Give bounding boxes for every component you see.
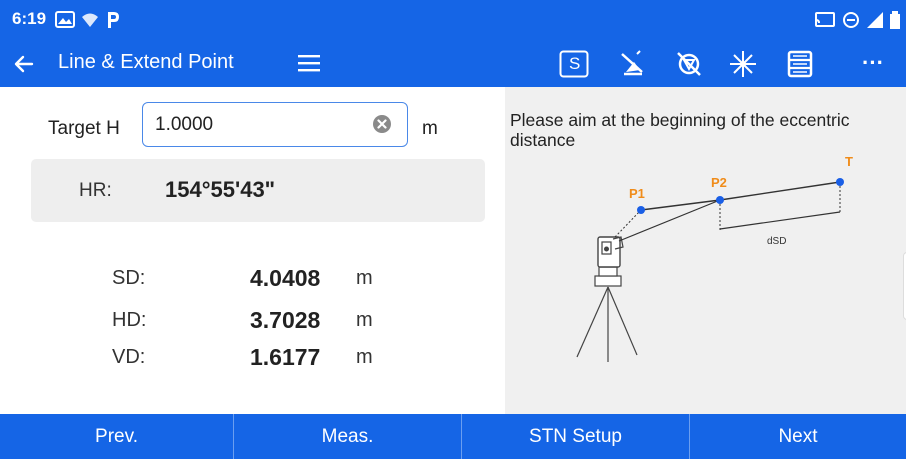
status-bar: 6:19 bbox=[0, 0, 906, 40]
page-title: Line & Extend Point bbox=[58, 51, 234, 73]
eccentric-distance-diagram: P1 P2 T dSD bbox=[576, 157, 853, 362]
battery-icon bbox=[890, 11, 900, 29]
sd-value: 4.0408 bbox=[250, 265, 321, 291]
hr-label: HR: bbox=[79, 180, 112, 201]
t-point bbox=[836, 178, 844, 186]
gallery-icon bbox=[55, 11, 75, 28]
p2-point bbox=[716, 196, 724, 204]
sd-row: SD: 4.0408 m bbox=[0, 265, 505, 295]
p2-label: P2 bbox=[711, 175, 727, 190]
app-bar: Line & Extend Point S ··· bbox=[0, 40, 906, 87]
parking-p-icon bbox=[108, 12, 119, 28]
p1-label: P1 bbox=[629, 186, 645, 201]
target-h-input[interactable] bbox=[155, 112, 365, 138]
bottom-action-bar: Prev. Meas. STN Setup Next bbox=[0, 414, 906, 459]
hd-row: HD: 3.7028 m bbox=[0, 307, 505, 337]
vd-label: VD: bbox=[112, 346, 146, 368]
sd-label: SD: bbox=[112, 267, 146, 289]
hamburger-menu-icon[interactable] bbox=[298, 53, 320, 73]
data-list-icon[interactable] bbox=[785, 50, 815, 78]
hd-label: HD: bbox=[112, 309, 147, 331]
p1-point bbox=[637, 206, 645, 214]
clear-input-icon[interactable] bbox=[372, 114, 392, 134]
signal-icon bbox=[867, 12, 883, 28]
hr-value: 154°55'43" bbox=[165, 177, 276, 202]
measurement-panel: Target H m HR: 154°55'43" SD: 4.0408 m H… bbox=[0, 87, 505, 414]
cast-icon bbox=[815, 12, 835, 27]
minus-circle-icon bbox=[843, 12, 859, 28]
hd-unit: m bbox=[356, 309, 373, 331]
tripod-icon bbox=[576, 266, 638, 362]
t-label: T bbox=[845, 157, 853, 169]
target-h-label: Target H bbox=[48, 118, 120, 139]
stn-setup-button[interactable]: STN Setup bbox=[462, 414, 690, 459]
back-arrow-icon[interactable] bbox=[12, 52, 36, 76]
s-mode-button[interactable]: S bbox=[559, 50, 589, 78]
vd-unit: m bbox=[356, 346, 373, 368]
status-time: 6:19 bbox=[12, 9, 47, 28]
vd-value: 1.6177 bbox=[250, 344, 321, 370]
s-mode-label: S bbox=[569, 54, 581, 73]
laser-star-icon[interactable] bbox=[728, 50, 758, 78]
target-h-field[interactable] bbox=[142, 102, 408, 147]
instruction-text: Please aim at the beginning of the eccen… bbox=[510, 110, 850, 150]
prism-off-icon[interactable] bbox=[674, 50, 704, 78]
prev-button[interactable]: Prev. bbox=[0, 414, 234, 459]
target-h-unit: m bbox=[422, 118, 438, 139]
measure-button[interactable]: Meas. bbox=[234, 414, 462, 459]
guide-panel: Please aim at the beginning of the eccen… bbox=[505, 87, 906, 414]
laser-pointer-off-icon[interactable] bbox=[618, 50, 648, 78]
next-button[interactable]: Next bbox=[690, 414, 906, 459]
wifi-question-icon bbox=[82, 13, 98, 27]
hr-display: HR: 154°55'43" bbox=[31, 159, 485, 222]
vd-row: VD: 1.6177 m bbox=[0, 344, 505, 374]
dsd-label: dSD bbox=[767, 236, 786, 247]
more-options-button[interactable]: ··· bbox=[862, 50, 884, 76]
hd-value: 3.7028 bbox=[250, 307, 321, 333]
sd-unit: m bbox=[356, 267, 373, 289]
